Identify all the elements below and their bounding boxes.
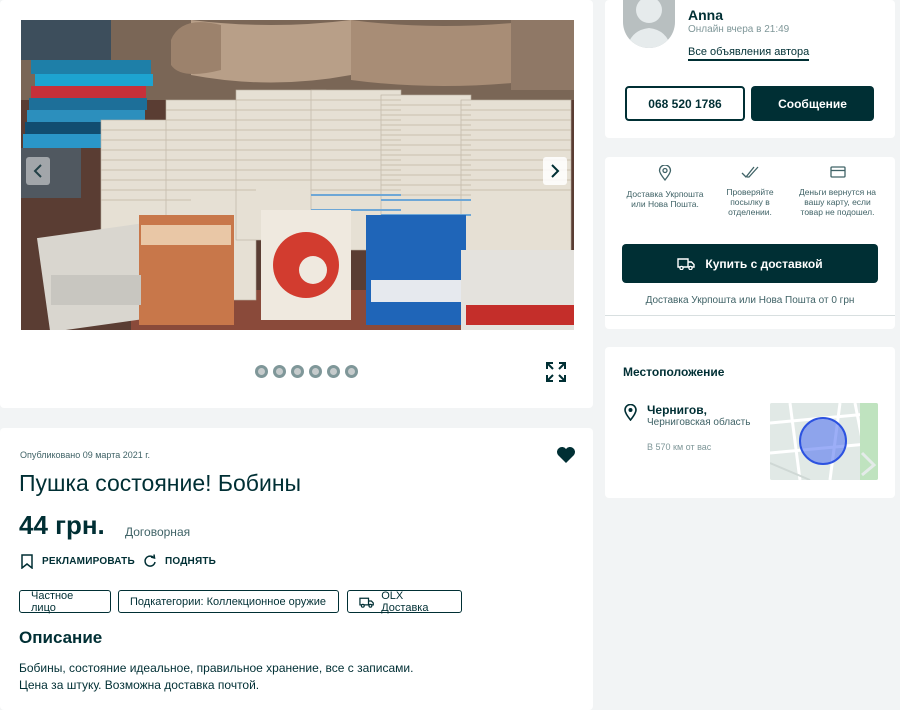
delivery-feature: Доставка Укрпошта или Нова Пошта. <box>625 165 705 209</box>
location-region: Черниговская область <box>647 417 751 428</box>
listing-title: Пушка состояние! Бобины <box>19 470 302 496</box>
location-card: Местоположение Чернигов, Черниговская об… <box>605 347 895 498</box>
location-heading: Местоположение <box>623 365 725 379</box>
location-city: Чернигов, <box>647 403 707 417</box>
previous-photo-button[interactable] <box>26 157 50 185</box>
photo-dot[interactable] <box>291 365 304 378</box>
truck-icon <box>359 597 374 608</box>
chevron-left-icon <box>33 164 42 178</box>
location-map[interactable] <box>770 403 878 480</box>
fullscreen-button[interactable] <box>544 360 568 384</box>
photo-pagination-dots <box>255 365 358 378</box>
tag-label: OLX Доставка <box>381 589 429 614</box>
raise-label: ПОДНЯТЬ <box>165 555 217 567</box>
tag-private-person[interactable]: Частное лицо <box>19 589 111 614</box>
refresh-icon <box>144 554 156 567</box>
photo-dot[interactable] <box>309 365 322 378</box>
location-pin-icon <box>624 404 637 421</box>
photo-dot[interactable] <box>273 365 286 378</box>
promote-button[interactable]: РЕКЛАМИРОВАТЬ <box>20 554 135 569</box>
tag-label: Подкатегории: Коллекционное оружие <box>130 595 326 608</box>
description-heading: Описание <box>19 628 103 647</box>
photo-image <box>21 20 574 330</box>
photo-gallery <box>0 0 593 408</box>
all-seller-ads-link[interactable]: Все объявления автора <box>688 46 810 61</box>
show-phone-button[interactable]: 068 520 1786 <box>625 86 745 121</box>
description-line: Бобины, состояние идеальное, правильное … <box>19 661 414 675</box>
user-icon <box>627 0 671 48</box>
feature-text: Деньги вернутся на вашу карту, если това… <box>798 187 877 217</box>
message-button[interactable]: Сообщение <box>751 86 874 121</box>
seller-card: Anna Онлайн вчера в 21:49 Все объявления… <box>605 0 895 138</box>
next-photo-button[interactable] <box>543 157 567 185</box>
seller-online-status: Онлайн вчера в 21:49 <box>688 24 790 35</box>
photo-dot[interactable] <box>345 365 358 378</box>
photo-dot[interactable] <box>327 365 340 378</box>
listing-photo[interactable] <box>21 20 574 330</box>
favorite-button[interactable] <box>556 446 576 469</box>
promote-label: РЕКЛАМИРОВАТЬ <box>42 556 135 567</box>
truck-icon <box>677 258 696 270</box>
location-pin-icon <box>658 165 672 181</box>
description-text: Бобины, состояние идеальное, правильное … <box>19 660 439 694</box>
divider <box>605 315 895 316</box>
photo-dot[interactable] <box>255 365 268 378</box>
chevron-right-icon <box>551 164 560 178</box>
seller-name: Anna <box>688 7 723 23</box>
credit-card-icon <box>829 166 846 178</box>
price-negotiable-label: Договорная <box>125 525 191 539</box>
published-date: Опубликовано 09 марта 2021 г. <box>20 450 150 460</box>
delivery-note: Доставка Укрпошта или Нова Пошта от 0 гр… <box>645 295 855 306</box>
description-line: Цена за штуку. Возможна доставка почтой. <box>19 678 260 692</box>
heart-icon <box>557 447 575 463</box>
double-check-icon <box>741 166 759 178</box>
buy-with-delivery-button[interactable]: Купить с доставкой <box>622 244 878 283</box>
buy-button-label: Купить с доставкой <box>705 256 823 271</box>
feature-text: Доставка Укрпошта или Нова Пошта. <box>626 189 704 209</box>
map-image <box>770 403 878 480</box>
tag-olx-delivery[interactable]: OLX Доставка <box>347 589 462 614</box>
listing-details: Опубликовано 09 марта 2021 г. Пушка сост… <box>0 428 593 710</box>
bookmark-icon <box>21 554 33 569</box>
listing-price: 44 грн. <box>19 510 105 540</box>
delivery-feature: Деньги вернутся на вашу карту, если това… <box>795 165 880 217</box>
location-distance: В 570 км от вас <box>647 442 712 452</box>
tag-subcategory[interactable]: Подкатегории: Коллекционное оружие <box>118 590 339 613</box>
delivery-feature: Проверяйте посылку в отделении. <box>710 165 790 217</box>
delivery-card: Доставка Укрпошта или Нова Пошта. Провер… <box>605 157 895 329</box>
avatar[interactable] <box>623 0 675 48</box>
expand-icon <box>546 362 566 382</box>
feature-text: Проверяйте посылку в отделении. <box>726 187 774 217</box>
raise-button[interactable]: ПОДНЯТЬ <box>143 554 216 568</box>
tag-label: Частное лицо <box>31 589 74 614</box>
